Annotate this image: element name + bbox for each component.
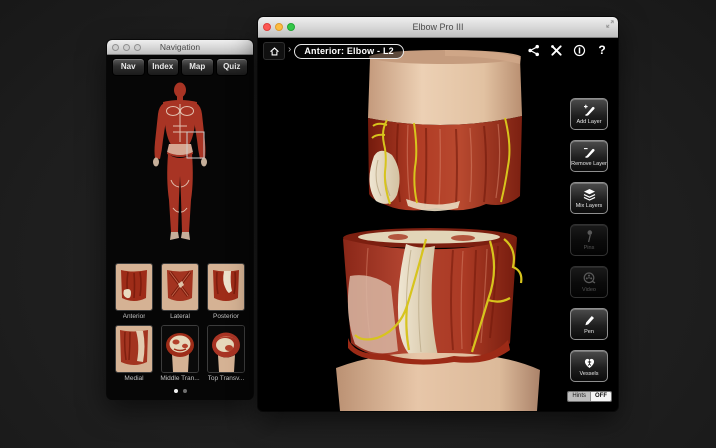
button-label: Pen (584, 329, 594, 335)
navigation-titlebar[interactable]: Navigation (107, 40, 253, 55)
thumbnail-image[interactable] (115, 263, 153, 311)
window-controls (112, 43, 141, 51)
tools-button[interactable] (549, 43, 563, 57)
breadcrumb-chevron-icon: › (288, 44, 292, 55)
tools-icon (550, 44, 562, 56)
thumbnail-label: Top Transv... (207, 375, 245, 382)
button-label: Pins (583, 245, 595, 251)
zoom-button[interactable] (134, 43, 141, 51)
pins-button[interactable]: Pins (570, 224, 608, 256)
resize-icon[interactable] (606, 20, 614, 28)
thumbnail-medial[interactable]: Medial (115, 325, 153, 382)
body-figure-image[interactable] (135, 80, 225, 252)
close-button[interactable] (263, 23, 271, 31)
add-layer-button[interactable]: Add Layer (570, 98, 608, 130)
button-label: Video (582, 287, 596, 293)
nav-tabbar: Nav Index Map Quiz (107, 55, 253, 76)
navigation-window: Navigation Nav Index Map Quiz Anterior L… (107, 40, 253, 400)
hints-toggle-label[interactable]: Hints (568, 392, 591, 401)
viewer-window: Elbow Pro III › Anterior: Elbow - L2 ? A… (258, 17, 618, 411)
pen-button[interactable]: Pen (570, 308, 608, 340)
tab-quiz[interactable]: Quiz (215, 58, 248, 76)
thumbnail-lateral[interactable]: Lateral (161, 263, 199, 320)
minimize-button[interactable] (123, 43, 130, 51)
page-dot-active[interactable] (173, 389, 178, 393)
window-controls (263, 23, 295, 31)
hints-toggle[interactable]: Hints OFF (567, 391, 612, 402)
thumbnail-top-transverse[interactable]: Top Transv... (207, 325, 245, 382)
close-button[interactable] (112, 43, 119, 51)
info-button[interactable] (572, 43, 586, 57)
remove-layer-icon (583, 148, 595, 158)
elbow-model-image[interactable] (258, 38, 618, 411)
mix-layers-button[interactable]: Mix Layers (570, 182, 608, 214)
toolbar: ? (526, 43, 609, 57)
thumbnail-label: Medial (124, 375, 144, 382)
thumbnail-posterior[interactable]: Posterior (207, 263, 245, 320)
zoom-button[interactable] (287, 23, 295, 31)
viewer-titlebar[interactable]: Elbow Pro III (258, 17, 618, 38)
pen-icon (584, 316, 594, 326)
layer-controls: Add Layer Remove Layer Mix Layers Pins V… (570, 98, 608, 382)
vessels-icon (584, 358, 594, 368)
thumbnail-image[interactable] (207, 263, 245, 311)
help-icon: ? (598, 43, 606, 57)
thumbnail-label: Middle Tran... (160, 375, 200, 382)
home-icon (269, 46, 279, 56)
thumbnail-image[interactable] (207, 325, 245, 373)
breadcrumb: › Anterior: Elbow - L2 (263, 42, 404, 60)
breadcrumb-label[interactable]: Anterior: Elbow - L2 (294, 43, 404, 59)
button-label: Vessels (579, 371, 599, 377)
info-icon (573, 44, 585, 56)
page-indicator (107, 389, 253, 393)
video-button[interactable]: Video (570, 266, 608, 298)
thumbnail-label: Posterior (212, 313, 239, 320)
button-label: Remove Layer (571, 161, 607, 167)
page-dot[interactable] (182, 389, 187, 393)
tab-map[interactable]: Map (181, 58, 214, 76)
thumbnail-image[interactable] (161, 325, 199, 373)
thumbnail-image[interactable] (161, 263, 199, 311)
thumbnail-image[interactable] (115, 325, 153, 373)
share-button[interactable] (526, 43, 540, 57)
thumbnail-middle-transverse[interactable]: Middle Tran... (160, 325, 200, 382)
tab-nav[interactable]: Nav (112, 58, 145, 76)
view-thumbnails: Anterior Lateral Posterior Medial Middle… (107, 263, 253, 382)
remove-layer-button[interactable]: Remove Layer (570, 140, 608, 172)
minimize-button[interactable] (275, 23, 283, 31)
mix-layers-icon (583, 189, 595, 201)
thumbnail-label: Lateral (170, 313, 190, 320)
help-button[interactable]: ? (595, 43, 609, 57)
share-icon (527, 44, 539, 56)
thumbnail-label: Anterior (122, 313, 146, 320)
tab-index[interactable]: Index (146, 58, 179, 76)
add-layer-icon (583, 104, 595, 116)
button-label: Add Layer (576, 119, 602, 125)
video-icon (583, 272, 595, 284)
pins-icon (587, 230, 592, 243)
hints-toggle-state[interactable]: OFF (591, 392, 611, 401)
button-label: Mix Layers (575, 203, 603, 209)
viewer-canvas[interactable]: › Anterior: Elbow - L2 ? Add Layer Remov… (258, 38, 618, 411)
window-title: Elbow Pro III (412, 22, 464, 32)
vessels-button[interactable]: Vessels (570, 350, 608, 382)
thumbnail-anterior[interactable]: Anterior (115, 263, 153, 320)
home-button[interactable] (263, 42, 285, 60)
